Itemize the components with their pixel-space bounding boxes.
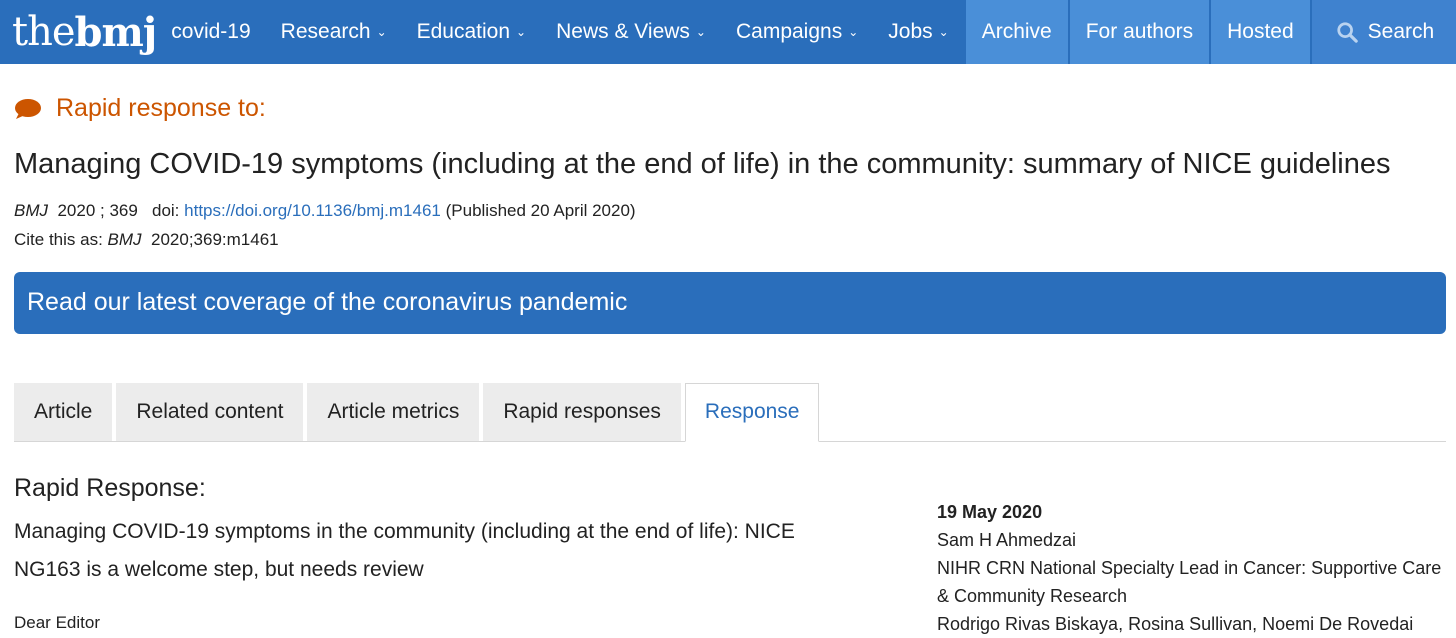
bmj-logo[interactable]: the bmj — [0, 0, 158, 64]
main-content: Rapid response to: Managing COVID-19 sym… — [14, 64, 1446, 634]
logo-the: the — [12, 9, 76, 55]
response-title: Managing COVID-19 symptoms in the commun… — [14, 519, 795, 581]
nav-item-archive[interactable]: Archive — [965, 0, 1068, 64]
author-name: Sam H Ahmedzai — [937, 529, 1077, 550]
nav-item-news-views[interactable]: News & Views ⌄ — [541, 0, 721, 64]
nav-item-for-authors[interactable]: For authors — [1069, 0, 1210, 64]
response-section: Rapid Response: Managing COVID-19 sympto… — [14, 474, 1446, 634]
coronavirus-coverage-banner[interactable]: Read our latest coverage of the coronavi… — [14, 271, 1446, 334]
response-date: 19 May 2020 — [937, 501, 1043, 522]
chevron-down-icon: ⌄ — [516, 25, 527, 39]
nav-item-education[interactable]: Education ⌄ — [402, 0, 541, 64]
tab-article-metrics[interactable]: Article metrics — [307, 382, 480, 441]
chevron-down-icon: ⌄ — [938, 25, 949, 39]
response-author-info: 19 May 2020 Sam H Ahmedzai NIHR CRN Nati… — [937, 498, 1447, 638]
doi-link[interactable]: https://doi.org/10.1136/bmj.m1461 — [184, 201, 441, 220]
citation-line: BMJ 2020 ; 369 doi: https://doi.org/10.1… — [14, 200, 636, 220]
tab-response[interactable]: Response — [684, 382, 820, 442]
nav-items: covid-19 Research ⌄ Education ⌄ News & Vie… — [156, 0, 1456, 64]
tab-article[interactable]: Article — [14, 382, 113, 441]
nav-item-jobs[interactable]: Jobs ⌄ — [873, 0, 963, 64]
article-tabs: Article Related content Article metrics … — [14, 382, 1446, 442]
chevron-down-icon: ⌄ — [695, 25, 706, 39]
citation-meta: BMJ 2020 ; 369 doi: https://doi.org/10.1… — [14, 196, 1446, 254]
tab-rapid-responses[interactable]: Rapid responses — [483, 382, 681, 441]
cite-as-line: Cite this as: BMJ 2020;369:m1461 — [14, 229, 279, 249]
logo-bmj: bmj — [74, 8, 158, 56]
author-role: NIHR CRN National Specialty Lead in Canc… — [937, 557, 1442, 606]
nav-item-campaigns[interactable]: Campaigns ⌄ — [721, 0, 873, 64]
search-button[interactable]: Search — [1311, 0, 1456, 64]
tab-related-content[interactable]: Related content — [116, 382, 304, 441]
article-title: Managing COVID-19 symptoms (including at… — [14, 148, 1391, 180]
speech-bubble-icon — [15, 98, 41, 119]
chevron-down-icon: ⌄ — [848, 25, 859, 39]
top-nav: the bmj covid-19 Research ⌄ Education ⌄ New… — [0, 0, 1456, 64]
chevron-down-icon: ⌄ — [376, 25, 387, 39]
nav-item-covid19[interactable]: covid-19 — [156, 0, 265, 64]
nav-item-hosted[interactable]: Hosted — [1211, 0, 1310, 64]
rapid-response-heading: Rapid response to: — [14, 94, 1446, 123]
nav-item-research[interactable]: Research ⌄ — [266, 0, 402, 64]
search-icon — [1337, 22, 1358, 43]
